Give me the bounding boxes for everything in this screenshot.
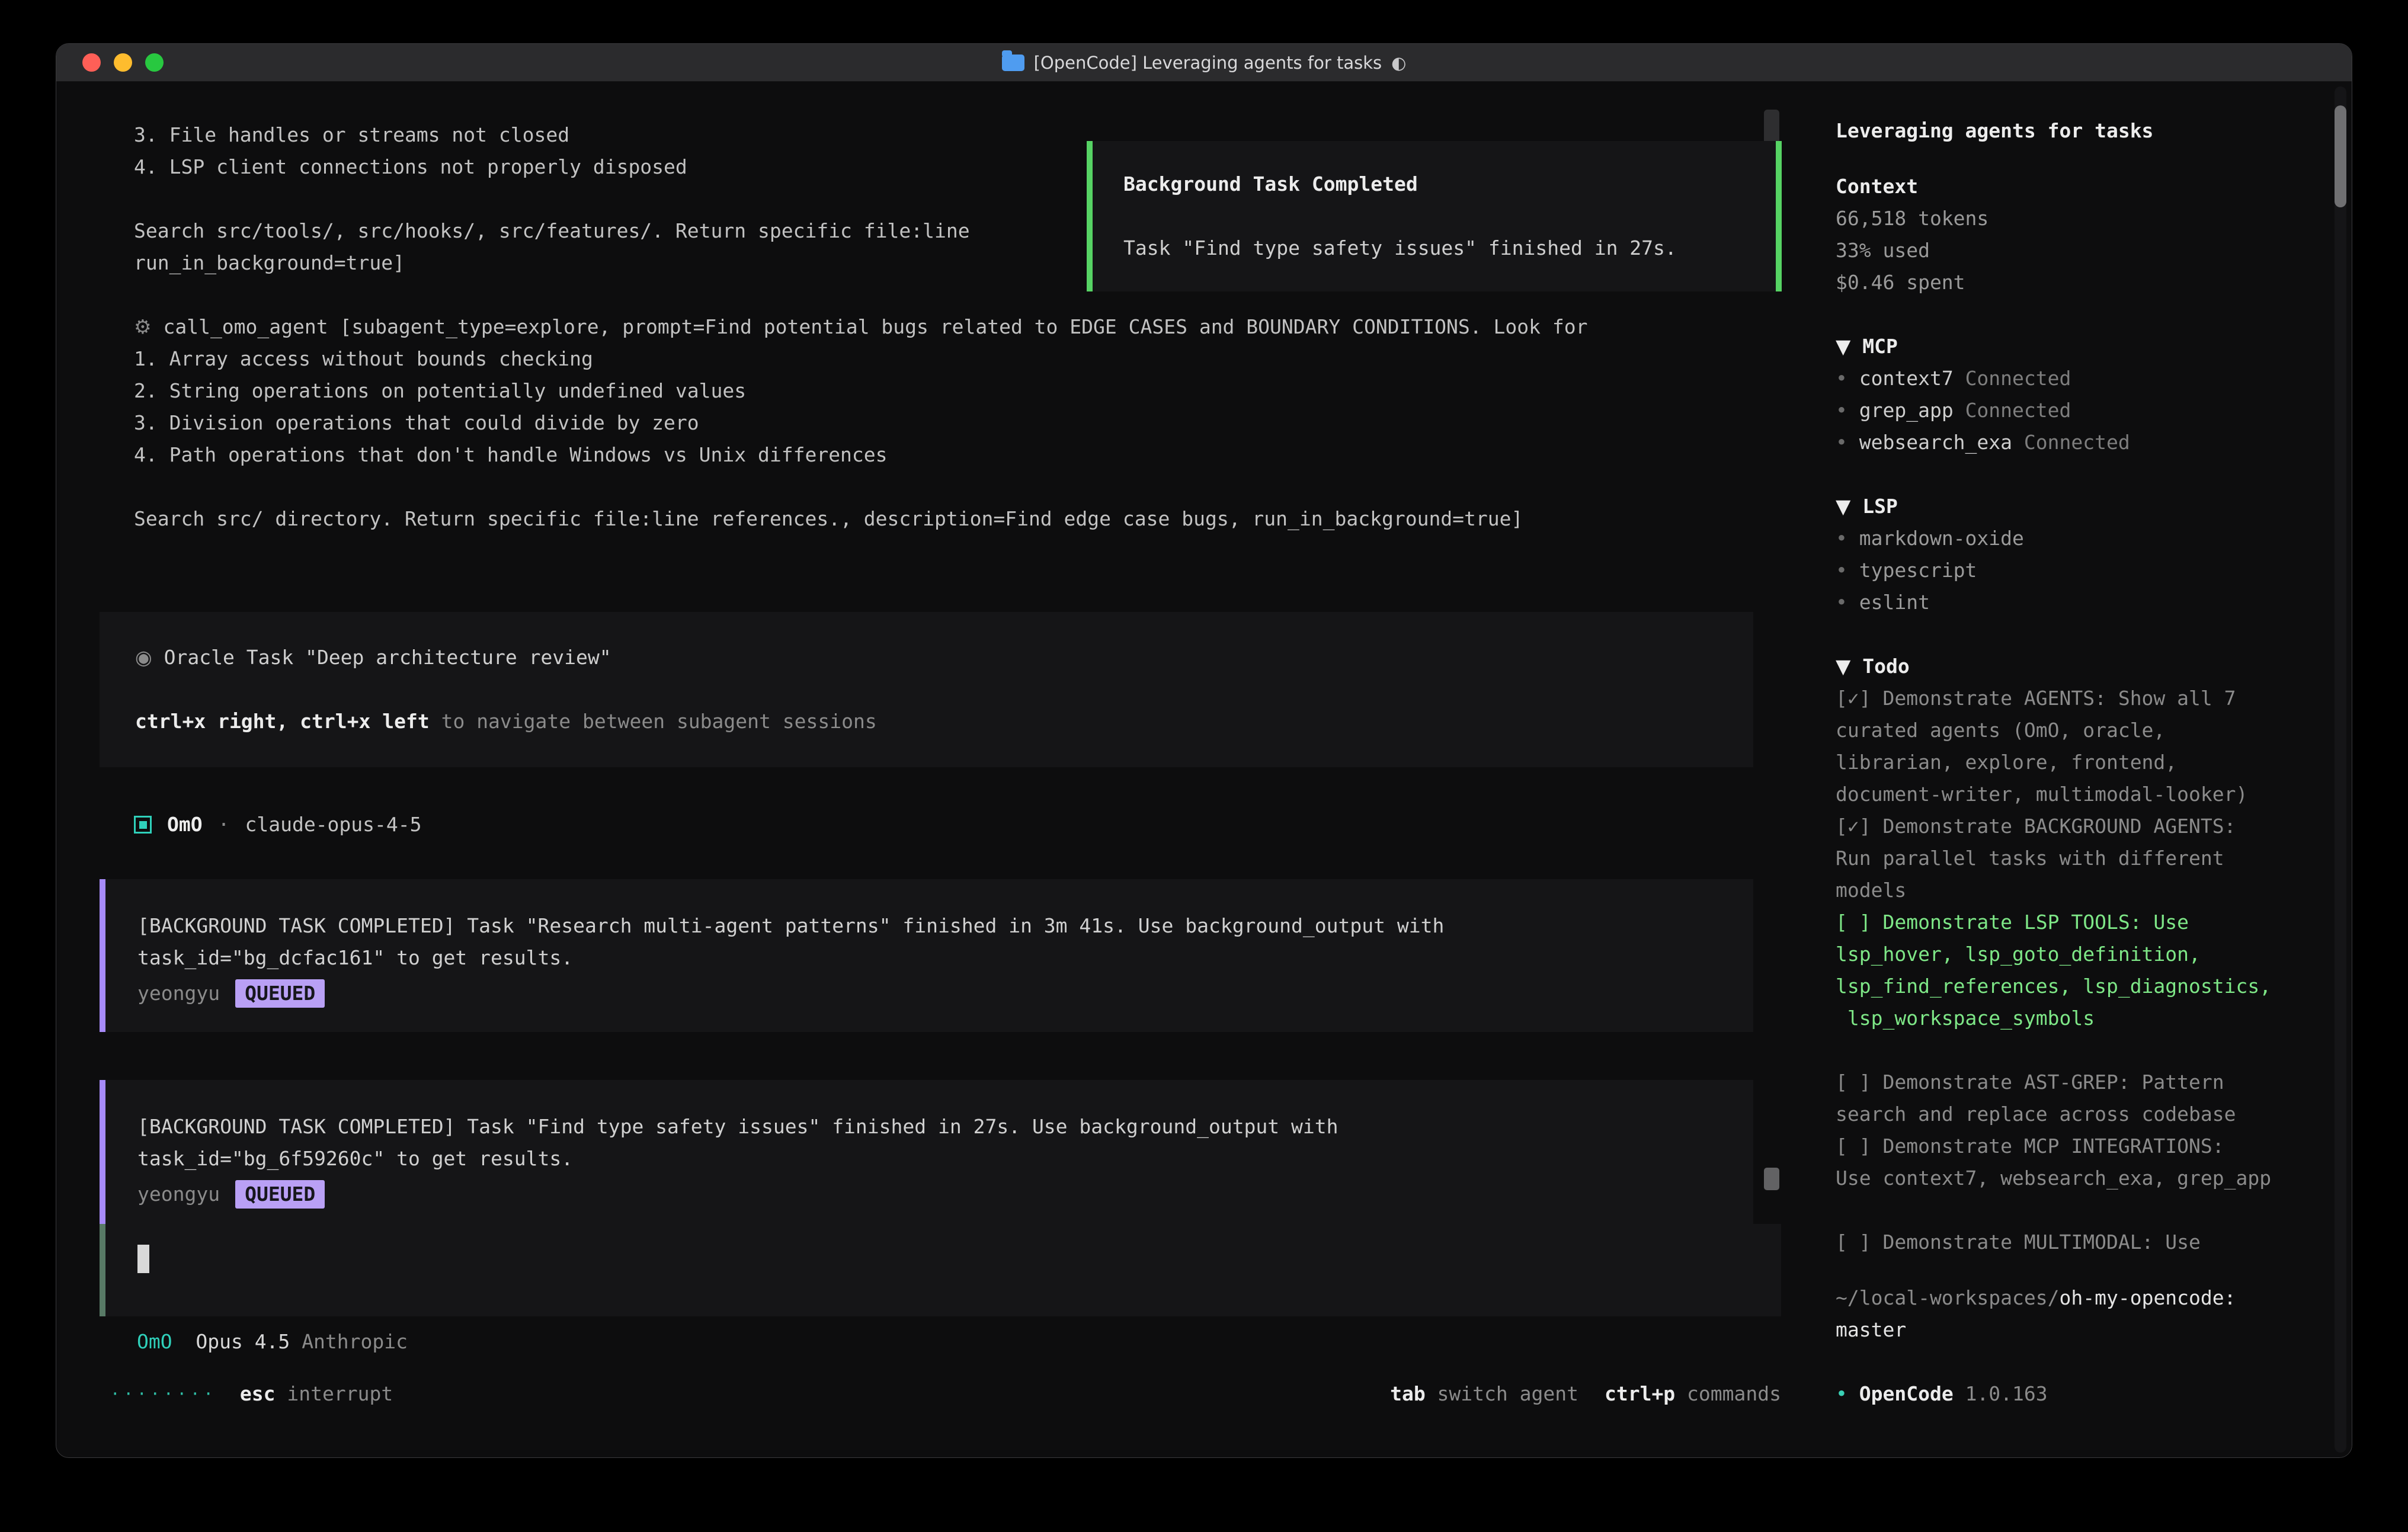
- main-content: 3. File handles or streams not closed 4.…: [56, 82, 1813, 1457]
- sidebar-scrollbar-thumb[interactable]: [2335, 105, 2346, 207]
- status-badge: QUEUED: [235, 979, 325, 1008]
- task-card-text: task_id="bg_dcfac161" to get results.: [137, 942, 1722, 974]
- tool-call-text: call_omo_agent [subagent_type=explore, p…: [163, 315, 1587, 338]
- background-task-card: [BACKGROUND TASK COMPLETED] Task "Find t…: [100, 1080, 1753, 1224]
- chat-line: Search src/ directory. Return specific f…: [100, 503, 1813, 535]
- loading-spinner-icon: ◐: [1391, 47, 1406, 79]
- spinner-dots-icon: ········: [112, 1378, 219, 1410]
- folder-icon: [1002, 55, 1024, 71]
- shortcut-key: ctrl+x right: [135, 710, 276, 733]
- todo-item-pending: [ ] Demonstrate MCP INTEGRATIONS: Use co…: [1836, 1130, 2310, 1194]
- chat-line: 3. Division operations that could divide…: [100, 407, 1813, 439]
- mcp-item: • context7 Connected: [1836, 363, 2310, 395]
- tool-call-line: ⚙ call_omo_agent [subagent_type=explore,…: [100, 311, 1813, 343]
- gear-icon: ⚙: [134, 315, 152, 338]
- minimize-window-button[interactable]: [114, 53, 132, 72]
- fisheye-icon: ◉: [135, 646, 152, 669]
- background-task-card: [BACKGROUND TASK COMPLETED] Task "Resear…: [100, 879, 1753, 1032]
- bullet-icon: •: [1836, 1382, 1847, 1405]
- sidebar-scrollbar-track[interactable]: [2335, 86, 2346, 1453]
- chevron-down-icon: ▼: [1836, 655, 1850, 678]
- commands-hint: ctrl+p commands: [1605, 1378, 1781, 1410]
- chat-line: 1. Array access without bounds checking: [100, 343, 1813, 375]
- prompt-input[interactable]: [100, 1224, 1781, 1316]
- window-titlebar: [OpenCode] Leveraging agents for tasks ◐: [56, 44, 2352, 82]
- todo-section-header[interactable]: ▼ Todo: [1836, 650, 2310, 682]
- agent-name: OmO: [167, 809, 203, 841]
- lsp-section-header[interactable]: ▼ LSP: [1836, 491, 2310, 523]
- background-task-toast: Background Task Completed Task "Find typ…: [1087, 141, 1782, 291]
- oracle-task-panel: ◉ Oracle Task "Deep architecture review"…: [100, 612, 1753, 767]
- todo-item-current: [ ] Demonstrate LSP TOOLS: Use lsp_hover…: [1836, 906, 2310, 1034]
- zoom-window-button[interactable]: [145, 53, 164, 72]
- bullet-icon: •: [1836, 591, 1847, 614]
- agent-model: claude-opus-4-5: [245, 809, 421, 841]
- todo-item-pending: [ ] Demonstrate AST-GREP: Pattern search…: [1836, 1066, 2310, 1130]
- session-title: Leveraging agents for tasks: [1836, 115, 2310, 147]
- workspace-path: ~/local-workspaces/oh-my-opencode:: [1836, 1282, 2310, 1314]
- traffic-lights: [82, 44, 164, 81]
- lsp-item: • markdown-oxide: [1836, 523, 2310, 555]
- task-card-text: [BACKGROUND TASK COMPLETED] Task "Find t…: [137, 1111, 1722, 1143]
- context-spent: $0.46 spent: [1836, 267, 2310, 299]
- app-window: [OpenCode] Leveraging agents for tasks ◐…: [56, 43, 2352, 1458]
- context-heading: Context: [1836, 171, 2310, 203]
- task-card-meta: yeongyu QUEUED: [137, 1178, 1722, 1210]
- app-version: 1.0.163: [1965, 1382, 2048, 1405]
- text-cursor: [137, 1245, 149, 1273]
- agent-omo-icon: [134, 816, 152, 834]
- lsp-item: • eslint: [1836, 586, 2310, 618]
- bullet-icon: •: [1836, 367, 1847, 390]
- app-version-row: • OpenCode 1.0.163: [1836, 1378, 2310, 1410]
- task-user: yeongyu: [137, 977, 220, 1009]
- todo-item-pending: [ ] Demonstrate MULTIMODAL: Use: [1836, 1226, 2310, 1258]
- toast-body: Task "Find type safety issues" finished …: [1123, 232, 1745, 264]
- oracle-task-title: ◉ Oracle Task "Deep architecture review": [135, 642, 1718, 674]
- lsp-item: • typescript: [1836, 555, 2310, 586]
- main-scrollbar-thumb[interactable]: [1764, 1168, 1779, 1190]
- subagent-nav-hint: ctrl+x right, ctrl+x left to navigate be…: [135, 706, 1718, 738]
- active-model-row: OmO Opus 4.5 Anthropic: [100, 1326, 1813, 1358]
- task-card-text: [BACKGROUND TASK COMPLETED] Task "Resear…: [137, 910, 1722, 942]
- toast-title: Background Task Completed: [1123, 168, 1745, 200]
- bullet-icon: •: [1836, 431, 1847, 454]
- bullet-icon: •: [1836, 527, 1847, 550]
- bullet-icon: •: [1836, 559, 1847, 582]
- context-tokens: 66,518 tokens: [1836, 203, 2310, 235]
- separator-dot: ·: [218, 809, 230, 841]
- bullet-icon: •: [1836, 399, 1847, 422]
- window-title: [OpenCode] Leveraging agents for tasks ◐: [1002, 47, 1407, 79]
- status-bar: ········ esc interrupt tab switch agent …: [100, 1378, 1813, 1410]
- model-provider: Anthropic: [302, 1330, 408, 1353]
- agent-header-row: OmO · claude-opus-4-5: [100, 809, 1813, 841]
- chat-line: 4. Path operations that don't handle Win…: [100, 439, 1813, 471]
- mcp-item: • grep_app Connected: [1836, 395, 2310, 427]
- close-window-button[interactable]: [82, 53, 101, 72]
- task-card-text: task_id="bg_6f59260c" to get results.: [137, 1143, 1722, 1175]
- sidebar-footer: ~/local-workspaces/oh-my-opencode: maste…: [1836, 1282, 2310, 1410]
- status-badge: QUEUED: [235, 1180, 325, 1209]
- todo-item-done: [✓] Demonstrate AGENTS: Show all 7 curat…: [1836, 682, 2310, 810]
- screen: { "titlebar": { "title": "[OpenCode] Lev…: [0, 0, 2408, 1532]
- chat-line: 2. String operations on potentially unde…: [100, 375, 1813, 407]
- task-card-meta: yeongyu QUEUED: [137, 977, 1722, 1009]
- switch-agent-hint: tab switch agent: [1390, 1378, 1578, 1410]
- todo-item-done: [✓] Demonstrate BACKGROUND AGENTS: Run p…: [1836, 810, 2310, 906]
- workspace-branch: master: [1836, 1314, 2310, 1346]
- chevron-down-icon: ▼: [1836, 495, 1850, 518]
- mcp-item: • websearch_exa Connected: [1836, 427, 2310, 459]
- active-agent: OmO: [137, 1330, 172, 1353]
- chevron-down-icon: ▼: [1836, 335, 1850, 358]
- context-used: 33% used: [1836, 235, 2310, 267]
- interrupt-hint: esc interrupt: [240, 1378, 393, 1410]
- app-name: OpenCode: [1847, 1382, 1965, 1405]
- task-user: yeongyu: [137, 1178, 220, 1210]
- composer-area: OmO Opus 4.5 Anthropic ········ esc inte…: [56, 1224, 1813, 1457]
- window-title-text: [OpenCode] Leveraging agents for tasks: [1034, 47, 1382, 79]
- sidebar: Leveraging agents for tasks Context 66,5…: [1813, 82, 2352, 1457]
- shortcut-key: ctrl+x left: [300, 710, 430, 733]
- active-model: Opus 4.5: [196, 1330, 290, 1353]
- mcp-section-header[interactable]: ▼ MCP: [1836, 331, 2310, 363]
